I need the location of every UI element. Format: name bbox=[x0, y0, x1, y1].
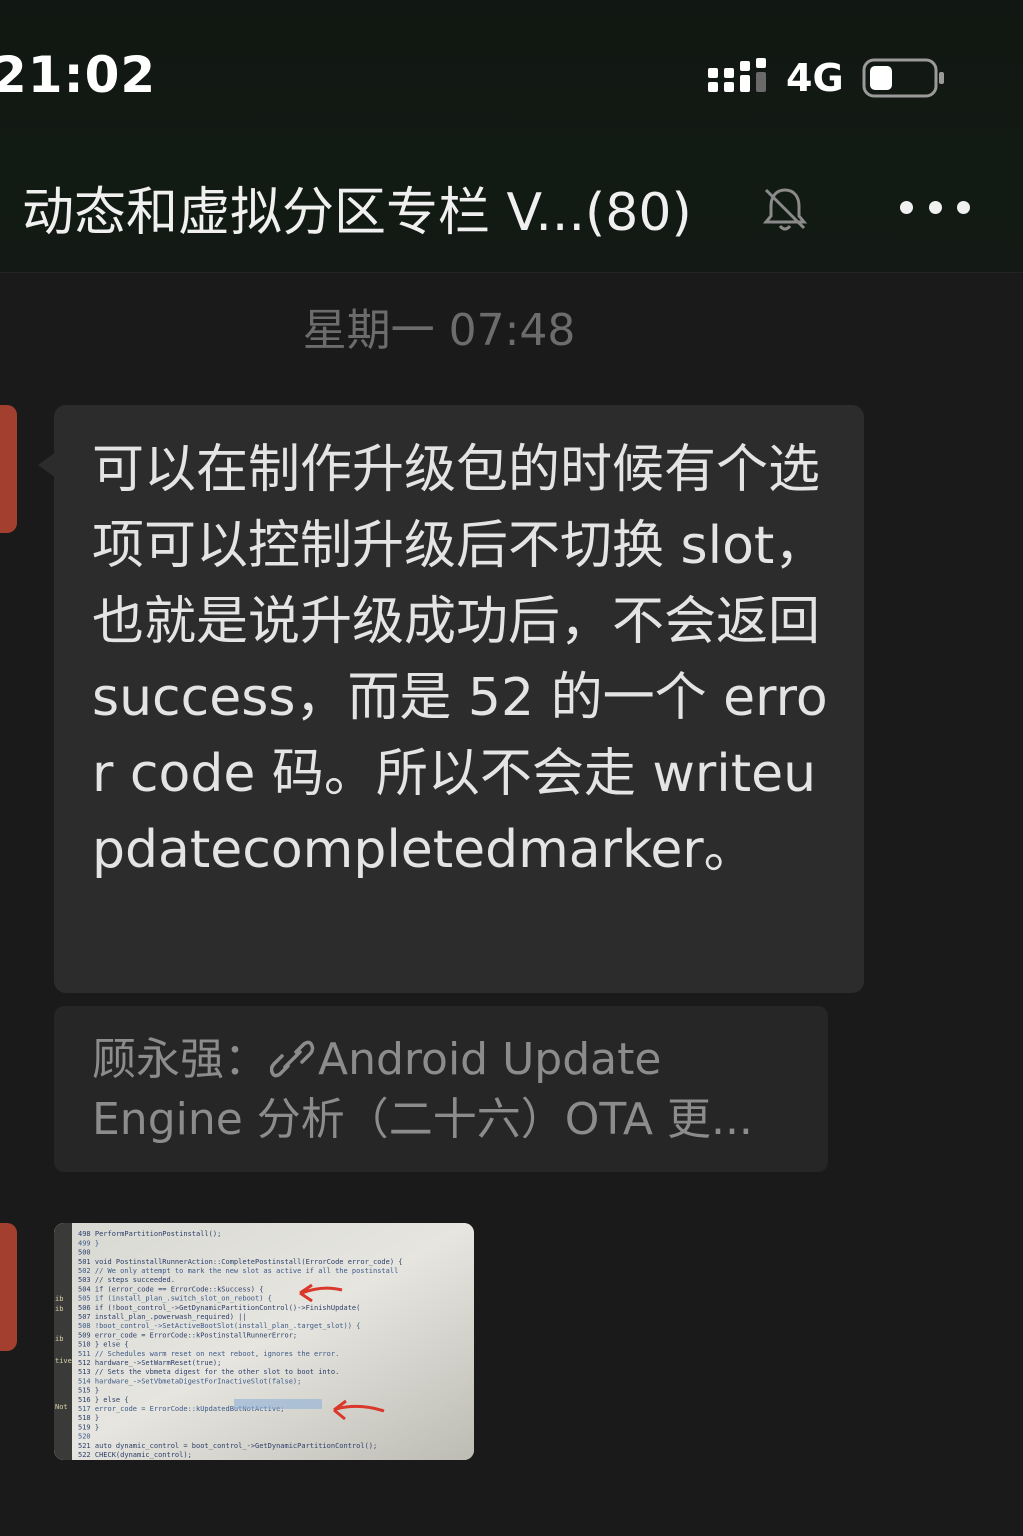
quote-line-2: Engine 分析（二十六）OTA 更... bbox=[92, 1094, 753, 1145]
more-options-button[interactable] bbox=[900, 190, 970, 224]
side-label: tive bbox=[55, 1357, 72, 1365]
code-line: 520 bbox=[78, 1433, 91, 1441]
avatar[interactable] bbox=[0, 405, 17, 533]
avatar[interactable] bbox=[0, 1223, 17, 1351]
quote-line-1: Android Update bbox=[318, 1034, 662, 1085]
chat-title[interactable]: 动态和虚拟分区专栏 V...(80) bbox=[22, 170, 762, 245]
code-screenshot-image: 498 PerformPartitionPostinstall();499 } 5… bbox=[54, 1223, 474, 1460]
side-label: Not bbox=[55, 1403, 68, 1411]
code-line: 518 } bbox=[78, 1414, 99, 1422]
code-line: 511 // Schedules warm reset on next rebo… bbox=[78, 1350, 339, 1358]
code-line: 515 } bbox=[78, 1387, 99, 1395]
code-line: 504 if (error_code == ErrorCode::kSucces… bbox=[78, 1285, 263, 1293]
code-line: 505 if (install_plan_.switch_slot_on_reb… bbox=[78, 1295, 272, 1303]
battery-icon bbox=[862, 58, 944, 98]
side-label: ib bbox=[55, 1295, 63, 1303]
more-dots-icon bbox=[900, 200, 913, 214]
status-time: 21:02 bbox=[0, 46, 157, 104]
quote-author: 顾永强： bbox=[92, 1034, 268, 1085]
code-line: 499 } bbox=[78, 1239, 99, 1247]
code-line: 522 CHECK(dynamic_control); bbox=[78, 1451, 192, 1459]
code-line: 500 bbox=[78, 1249, 91, 1257]
code-line: 514 hardware_->SetVbmetaDigestForInactiv… bbox=[78, 1377, 301, 1385]
code-line: 513 // Sets the vbmeta digest for the ot… bbox=[78, 1368, 339, 1376]
image-message[interactable]: 498 PerformPartitionPostinstall(); 499 } 5… bbox=[54, 1223, 474, 1460]
link-icon bbox=[270, 1040, 315, 1078]
code-line: 512 hardware_->SetWarmReset(true); bbox=[78, 1359, 221, 1367]
code-line: 507 install_plan_.powerwash_required) || bbox=[78, 1313, 247, 1321]
signal-bars-icon bbox=[708, 58, 766, 92]
quoted-message-text: 顾永强： Android Update Engine 分析（二十六）OTA 更... bbox=[92, 1030, 812, 1150]
code-line: 519 } bbox=[78, 1423, 99, 1431]
side-label: ib bbox=[55, 1305, 63, 1313]
code-line: 509 error_code = ErrorCode::kPostinstall… bbox=[78, 1331, 297, 1339]
code-line: 502 // We only attempt to mark the new s… bbox=[78, 1267, 398, 1275]
code-line: 516 } else { bbox=[78, 1396, 129, 1404]
side-label: ib bbox=[55, 1335, 63, 1343]
code-line: 503 // steps succeeded. bbox=[78, 1276, 175, 1284]
code-line: 508 !boot_control_->SetActiveBootSlot(in… bbox=[78, 1322, 360, 1330]
code-line: 521 auto dynamic_control = boot_control_… bbox=[78, 1442, 377, 1450]
chat-header: 21:02 4G 动态和虚拟分区专栏 V...(80) bbox=[0, 0, 1023, 273]
code-line: 506 if (!boot_control_->GetDynamicPartit… bbox=[78, 1304, 360, 1312]
network-type: 4G bbox=[786, 56, 844, 100]
message-timestamp: 星期一 07:48 bbox=[302, 305, 576, 356]
code-line: 498 PerformPartitionPostinstall(); bbox=[78, 1230, 221, 1238]
code-line: 501 void PostinstallRunnerAction::Comple… bbox=[78, 1258, 403, 1266]
message-text: 可以在制作升级包的时候有个选项可以控制升级后不切换 slot，也就是说升级成功后… bbox=[92, 440, 828, 880]
code-line: 510 } else { bbox=[78, 1341, 129, 1349]
bell-muted-icon bbox=[762, 188, 808, 231]
